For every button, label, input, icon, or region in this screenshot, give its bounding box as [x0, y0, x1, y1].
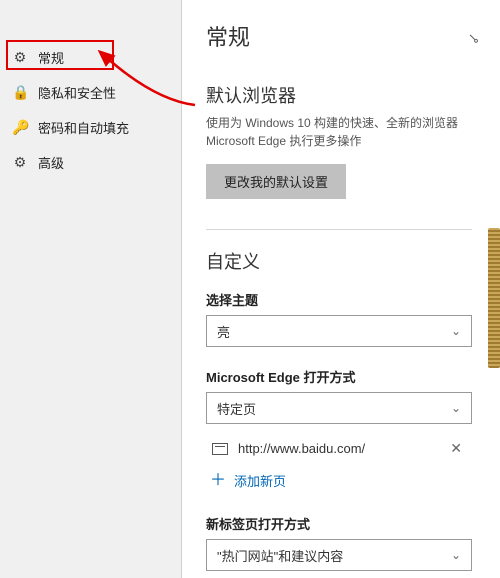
- startup-page-row: http://www.baidu.com/ ✕: [206, 436, 472, 461]
- newtab-label: 新标签页打开方式: [206, 514, 472, 533]
- startup-page-url: http://www.baidu.com/: [238, 441, 436, 456]
- default-browser-desc: 使用为 Windows 10 构建的快速、全新的浏览器 Microsoft Ed…: [206, 114, 472, 150]
- sidebar-item-general[interactable]: ⚙ 常规: [0, 40, 181, 75]
- scrollbar[interactable]: [488, 228, 500, 368]
- open-with-value: 特定页: [217, 399, 256, 418]
- sidebar: ⚙ 常规 🔒 隐私和安全性 🔑 密码和自动填充 ⚙ 高级: [0, 0, 182, 578]
- default-browser-heading: 默认浏览器: [206, 82, 472, 108]
- chevron-down-icon: ⌄: [451, 324, 461, 338]
- plus-icon: ＋: [210, 473, 226, 489]
- change-default-button[interactable]: 更改我的默认设置: [206, 164, 346, 199]
- sidebar-item-privacy[interactable]: 🔒 隐私和安全性: [0, 75, 181, 110]
- add-new-page-label: 添加新页: [234, 471, 286, 490]
- theme-select[interactable]: 亮 ⌄: [206, 315, 472, 347]
- key-icon: 🔑: [12, 119, 28, 136]
- add-new-page-button[interactable]: ＋ 添加新页: [210, 471, 472, 490]
- sidebar-item-label: 隐私和安全性: [38, 83, 116, 102]
- gear-icon: ⚙: [12, 49, 28, 66]
- open-with-select[interactable]: 特定页 ⌄: [206, 392, 472, 424]
- page-icon: [212, 443, 228, 455]
- newtab-value: "热门网站"和建议内容: [217, 546, 343, 565]
- customize-heading: 自定义: [206, 248, 472, 274]
- divider: [206, 229, 472, 230]
- sidebar-item-advanced[interactable]: ⚙ 高级: [0, 145, 181, 180]
- newtab-select[interactable]: "热门网站"和建议内容 ⌄: [206, 539, 472, 571]
- main-panel: ⊸ 常规 默认浏览器 使用为 Windows 10 构建的快速、全新的浏览器 M…: [182, 0, 500, 578]
- page-title: 常规: [206, 20, 472, 52]
- sidebar-item-label: 常规: [38, 48, 64, 67]
- sidebar-item-label: 密码和自动填充: [38, 118, 129, 137]
- sidebar-item-passwords[interactable]: 🔑 密码和自动填充: [0, 110, 181, 145]
- sidebar-item-label: 高级: [38, 153, 64, 172]
- remove-page-button[interactable]: ✕: [446, 440, 466, 457]
- theme-value: 亮: [217, 322, 230, 341]
- theme-label: 选择主题: [206, 290, 472, 309]
- open-with-label: Microsoft Edge 打开方式: [206, 367, 472, 386]
- sliders-icon: ⚙: [12, 154, 28, 171]
- lock-icon: 🔒: [12, 84, 28, 101]
- chevron-down-icon: ⌄: [451, 401, 461, 415]
- chevron-down-icon: ⌄: [451, 548, 461, 562]
